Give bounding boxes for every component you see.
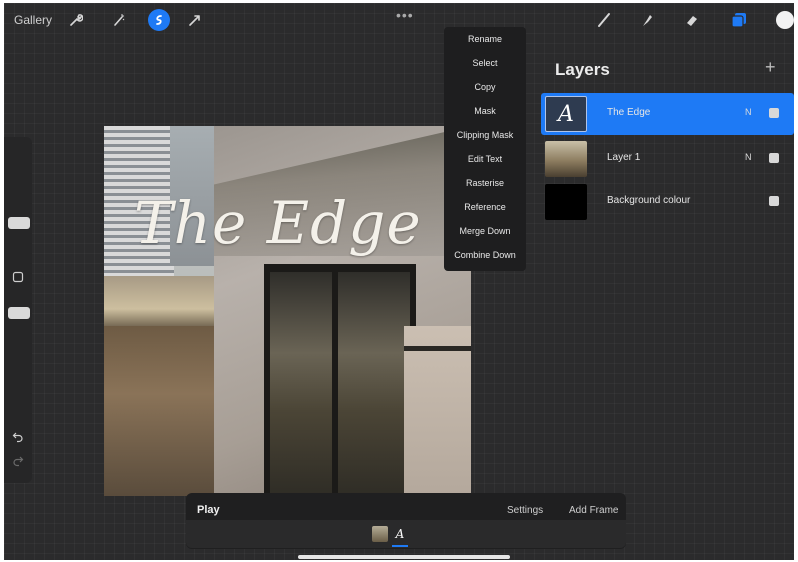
selection-icon[interactable] [148, 9, 170, 31]
glass-window [264, 264, 416, 496]
brush-size-slider[interactable] [8, 217, 30, 229]
menu-item-clipping-mask[interactable]: Clipping Mask [444, 123, 526, 147]
layer-name: Background colour [607, 195, 691, 206]
smudge-icon[interactable] [636, 9, 658, 31]
menu-item-edit-text[interactable]: Edit Text [444, 147, 526, 171]
layer-name: The Edge [607, 107, 651, 118]
add-frame-button[interactable]: Add Frame [569, 505, 618, 516]
menu-item-merge-down[interactable]: Merge Down [444, 219, 526, 243]
eraser-icon[interactable] [681, 9, 703, 31]
top-toolbar: Gallery ••• [4, 3, 794, 37]
color-icon[interactable] [774, 9, 794, 31]
layer-row-background-colour[interactable]: Background colour [541, 181, 794, 223]
menu-item-combine-down[interactable]: Combine Down [444, 243, 526, 267]
text-layer-thumbnail: A [545, 96, 587, 132]
left-sidebar [4, 137, 32, 483]
procreate-screen: Gallery ••• The Edge Rename Select Copy … [4, 3, 794, 560]
window-mullion [332, 264, 338, 496]
frame-thumbnail-1[interactable] [372, 526, 388, 542]
layer-name: Layer 1 [607, 152, 641, 163]
menu-item-mask[interactable]: Mask [444, 99, 526, 123]
brush-icon[interactable] [593, 9, 615, 31]
animation-settings-button[interactable]: Settings [507, 505, 543, 516]
menu-item-rasterise[interactable]: Rasterise [444, 171, 526, 195]
pillar-strip [404, 346, 471, 351]
canvas-title-text[interactable]: The Edge [134, 189, 454, 257]
frame-thumbnail-2[interactable]: A [392, 526, 408, 542]
visibility-checkbox[interactable] [769, 196, 779, 206]
photo-layer-thumbnail [545, 141, 587, 177]
gallery-button[interactable]: Gallery [14, 13, 52, 27]
menu-item-copy[interactable]: Copy [444, 75, 526, 99]
modify-button-icon[interactable] [10, 271, 26, 287]
shoreline [104, 276, 219, 331]
blend-mode-button[interactable]: N [745, 152, 752, 162]
play-button[interactable]: Play [197, 504, 220, 516]
visibility-checkbox[interactable] [769, 108, 779, 118]
artwork-canvas[interactable] [104, 126, 471, 496]
layers-icon[interactable] [728, 9, 750, 31]
layers-title: Layers [555, 60, 610, 79]
layers-panel: Layers + A The Edge N Layer 1 N Backgrou… [531, 40, 794, 220]
opacity-slider[interactable] [8, 307, 30, 319]
layer-context-menu: Rename Select Copy Mask Clipping Mask Ed… [444, 27, 526, 271]
add-layer-button[interactable]: + [765, 57, 776, 78]
transform-icon[interactable] [184, 9, 206, 31]
menu-item-rename[interactable]: Rename [444, 27, 526, 51]
concrete-pillar [404, 326, 471, 496]
menu-item-reference[interactable]: Reference [444, 195, 526, 219]
animation-assist-bar: Play Settings Add Frame A [186, 493, 626, 549]
magic-wand-icon[interactable] [108, 9, 130, 31]
layer-row-the-edge[interactable]: A The Edge N [541, 93, 794, 135]
redo-icon[interactable] [10, 455, 26, 471]
more-options-icon[interactable]: ••• [396, 7, 414, 23]
home-indicator[interactable] [298, 555, 510, 559]
selected-frame-indicator [392, 545, 408, 547]
visibility-checkbox[interactable] [769, 153, 779, 163]
wrench-icon[interactable] [65, 9, 87, 31]
blend-mode-button[interactable]: N [745, 107, 752, 117]
undo-icon[interactable] [10, 431, 26, 447]
background-colour-thumbnail [545, 184, 587, 220]
layer-row-layer-1[interactable]: Layer 1 N [541, 138, 794, 180]
menu-item-select[interactable]: Select [444, 51, 526, 75]
water-reflection [104, 326, 219, 496]
